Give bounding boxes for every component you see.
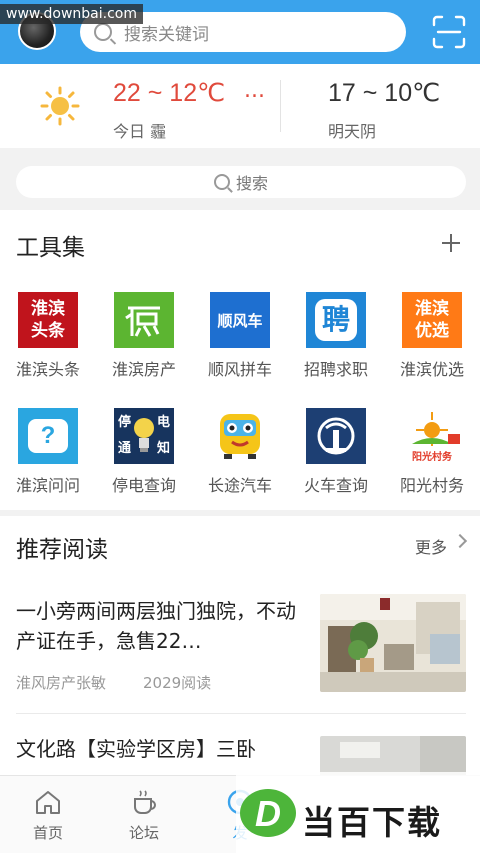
tool-label: 淮滨优选 (399, 360, 464, 379)
tool-label: 招聘求职 (303, 360, 368, 379)
add-icon[interactable] (440, 232, 462, 254)
search-section: 搜索 (0, 148, 480, 210)
tool-jobs[interactable]: 聘 招聘求职 (288, 292, 384, 392)
tool-long-distance-bus[interactable]: 长途汽车 (192, 408, 288, 508)
tool-label: 长途汽车 (207, 476, 272, 495)
carpool-icon: 顺风车 (210, 292, 270, 348)
article-source: 淮风房产张敏 (16, 674, 107, 692)
tools-section: 工具集 淮滨 头条 淮滨头条 淮滨房产 顺风车 顺风拼车 聘 招聘求职 淮滨 优… (0, 210, 480, 510)
tool-huaibin-realestate[interactable]: 淮滨房产 (96, 292, 192, 392)
today-condition: 今日 霾 (113, 122, 167, 141)
tool-label: 火车查询 (303, 476, 368, 495)
tool-label: 淮滨问问 (15, 476, 80, 495)
tool-label: 停电查询 (111, 476, 176, 495)
tool-train-query[interactable]: 火车查询 (288, 408, 384, 508)
bus-icon (210, 408, 270, 464)
search-icon (213, 174, 230, 190)
sunshine-village-icon: 阳光村务 (402, 408, 462, 464)
question-icon: ? (18, 408, 78, 464)
nav-label: 论坛 (128, 824, 159, 842)
nav-forum[interactable]: 论坛 (96, 776, 192, 853)
search-label: 搜索 (235, 174, 268, 193)
search-icon (94, 23, 112, 41)
home-icon (36, 791, 60, 814)
article-title: 一小旁两间两层独门独院，不动产证在手，急售22… (16, 599, 296, 653)
scan-icon[interactable] (432, 15, 466, 49)
app-screen: 搜索关键词 www.downbai.com 22 ~ 12℃ ... 今日 霾 … (0, 0, 480, 853)
weather-panel[interactable]: 22 ~ 12℃ ... 今日 霾 17 ~ 10℃ 明天阴 (0, 64, 480, 148)
watermark: www.downbai.com (0, 4, 143, 24)
svg-text:阳光村务: 阳光村务 (412, 450, 453, 463)
huaibin-headlines-icon: 淮滨 头条 (18, 292, 78, 348)
chevron-right-icon[interactable] (452, 533, 468, 549)
house-icon (114, 292, 174, 348)
search-bar-secondary[interactable]: 搜索 (16, 166, 466, 198)
railway-icon (306, 408, 366, 464)
huaibin-select-icon: 淮滨 优选 (402, 292, 462, 348)
tool-sunshine-village[interactable]: 阳光村务 阳光村务 (384, 408, 480, 508)
tools-title: 工具集 (16, 235, 85, 261)
tool-power-outage[interactable]: 停 电 通 知 停电查询 (96, 408, 192, 508)
article-divider (16, 713, 466, 714)
tool-label: 顺风拼车 (207, 360, 272, 379)
today-more: ... (244, 78, 265, 103)
article-title: 文化路【实验学区房】三卧 (16, 737, 256, 761)
today-temperature: 22 ~ 12℃ (113, 79, 226, 107)
tomorrow-temperature: 17 ~ 10℃ (328, 79, 441, 107)
weather-divider (280, 80, 281, 132)
coffee-cup-icon (134, 790, 156, 814)
nav-label: 首页 (32, 824, 63, 842)
tool-label: 淮滨房产 (111, 360, 176, 379)
power-outage-icon: 停 电 通 知 (114, 408, 174, 464)
nav-home[interactable]: 首页 (0, 776, 96, 853)
jobs-icon: 聘 (306, 292, 366, 348)
more-link[interactable]: 更多 (415, 534, 447, 558)
tool-label: 淮滨头条 (15, 360, 80, 379)
recommended-title: 推荐阅读 (16, 537, 108, 563)
tomorrow-condition: 明天阴 (328, 122, 377, 141)
article-thumbnail (320, 594, 466, 692)
article-item[interactable]: 一小旁两间两层独门独院，不动产证在手，急售22… 淮风房产张敏 2029阅读 (0, 592, 480, 714)
brand-text: 当百下载 (302, 803, 442, 842)
sun-icon (40, 86, 80, 126)
tool-huaibin-headlines[interactable]: 淮滨 头条 淮滨头条 (0, 292, 96, 392)
tool-huaibin-select[interactable]: 淮滨 优选 淮滨优选 (384, 292, 480, 392)
tool-carpool[interactable]: 顺风车 顺风拼车 (192, 292, 288, 392)
tool-huaibin-qa[interactable]: ? 淮滨问问 (0, 408, 96, 508)
svg-text:D: D (255, 793, 281, 834)
tool-label: 阳光村务 (399, 476, 464, 495)
article-views: 2029阅读 (143, 674, 212, 692)
